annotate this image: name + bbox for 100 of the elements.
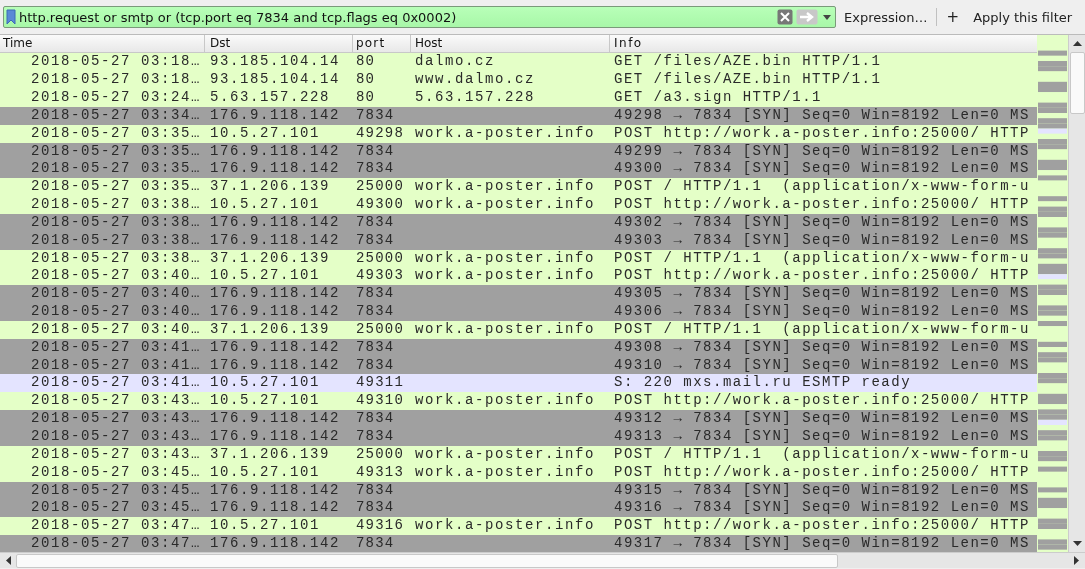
table-cell: 10.5.27.101: [210, 374, 320, 391]
table-cell: 2018-05-27 03:45…: [30, 499, 201, 516]
table-cell: S: 220 mxs.mail.ru ESMTP ready: [614, 374, 912, 391]
table-cell: 49313 → 7834 [SYN] Seq=0 Win=8192 Len=0 MS: [614, 428, 1030, 444]
table-cell: 2018-05-27 03:34…: [30, 106, 201, 123]
table-cell: 5.63.157.228: [210, 89, 331, 105]
column-header[interactable]: Info: [610, 35, 1037, 53]
column-header[interactable]: Host: [411, 35, 610, 53]
table-cell: 37.1.206.139: [210, 178, 331, 195]
down-arrow-icon[interactable]: [1071, 540, 1083, 549]
filter-field[interactable]: http.request or smtp or (tcp.port eq 7834 and tcp.flags eq 0x0002): [3, 6, 836, 29]
table-cell: 7834: [356, 338, 395, 355]
scroll-thumb[interactable]: [1069, 52, 1085, 115]
table-cell: 49303 → 7834 [SYN] Seq=0 Win=8192 Len=0 MS: [614, 231, 1030, 248]
packet-row[interactable]: 2018-05-27 03:43… 176.9.118.142 7834 49313 → 7834 [SYN] Seq=0 Win=8192 Len=0 MS: [0, 428, 1037, 446]
table-cell: 2018-05-27 03:41…: [30, 338, 201, 355]
table-cell: 10.5.27.101: [210, 517, 320, 534]
table-cell: 2018-05-27 03:38…: [30, 196, 201, 213]
packet-row[interactable]: 2018-05-27 03:40… 176.9.118.142 7834 49305 → 7834 [SYN] Seq=0 Win=8192 Len=0 MS: [0, 285, 1037, 304]
packet-row[interactable]: 2018-05-27 03:47… 10.5.27.101 49316 work.a-poster.info POST http://work.a-poster.info:25000/ HTTP: [0, 517, 1037, 536]
table-cell: 49315 → 7834 [SYN] Seq=0 Win=8192 Len=0 MS: [614, 481, 1030, 498]
packet-row[interactable]: 2018-05-27 03:47… 176.9.118.142 7834 49317 → 7834 [SYN] Seq=0 Win=8192 Len=0 MS: [0, 535, 1037, 553]
horizontal-scrollbar[interactable]: [0, 552, 1085, 568]
column-header[interactable]: Time: [0, 35, 205, 53]
table-cell: 49313: [356, 463, 404, 480]
table-cell: 2018-05-27 03:40…: [30, 267, 201, 284]
left-arrow-icon[interactable]: [4, 555, 12, 567]
table-cell: 25000: [356, 320, 404, 337]
clear-icon[interactable]: [777, 9, 793, 26]
table-cell: 7834: [356, 142, 395, 159]
table-cell: GET /files/AZE.bin HTTP/1.1: [614, 53, 882, 70]
scroll-thumb[interactable]: [16, 553, 838, 568]
table-cell: 93.185.104.14: [210, 71, 341, 88]
packet-row[interactable]: 2018-05-27 03:35… 176.9.118.142 7834 49300 → 7834 [SYN] Seq=0 Win=8192 Len=0 MS: [0, 160, 1037, 179]
table-cell: 80: [356, 71, 376, 88]
table-cell: 2018-05-27 03:35…: [30, 124, 201, 141]
packet-row[interactable]: 2018-05-27 03:45… 176.9.118.142 7834 49316 → 7834 [SYN] Seq=0 Win=8192 Len=0 MS: [0, 499, 1037, 518]
filter-text: http.request or smtp or (tcp.port eq 7834 and tcp.flags eq 0x0002): [19, 9, 458, 25]
table-cell: 7834: [356, 410, 395, 427]
expression-button[interactable]: Expression…: [840, 6, 932, 28]
table-cell: 2018-05-27 03:43…: [30, 428, 201, 444]
packet-row[interactable]: 2018-05-27 03:41… 10.5.27.101 49311 S: 220 mxs.mail.ru ESMTP ready: [0, 374, 1037, 393]
table-cell: work.a-poster.info: [415, 196, 596, 213]
table-cell: 2018-05-27 03:40…: [30, 320, 201, 337]
table-cell: 2018-05-27 03:38…: [30, 213, 201, 230]
packet-row[interactable]: 2018-05-27 03:18… 93.185.104.14 80 dalmo.cz GET /files/AZE.bin HTTP/1.1: [0, 53, 1037, 72]
table-cell: 37.1.206.139: [210, 320, 331, 337]
packet-row[interactable]: 2018-05-27 03:43… 10.5.27.101 49310 work.a-poster.info POST http://work.a-poster.info:25000/ HTTP: [0, 392, 1037, 411]
table-cell: 7834: [356, 499, 395, 516]
bookmark-icon[interactable]: [6, 9, 16, 26]
table-cell: 49310 → 7834 [SYN] Seq=0 Win=8192 Len=0 MS: [614, 356, 1030, 373]
table-cell: work.a-poster.info: [415, 267, 596, 284]
table-cell: GET /a3.sign HTTP/1.1: [614, 89, 822, 105]
up-arrow-icon[interactable]: [1071, 39, 1083, 48]
table-cell: POST http://work.a-poster.info:25000/ HTTP: [614, 124, 1030, 141]
table-cell: 176.9.118.142: [210, 142, 341, 159]
table-cell: 49308 → 7834 [SYN] Seq=0 Win=8192 Len=0 MS: [614, 338, 1030, 355]
table-cell: 49316: [356, 517, 404, 534]
table-cell: 49305 → 7834 [SYN] Seq=0 Win=8192 Len=0 MS: [614, 285, 1030, 302]
table-cell: 37.1.206.139: [210, 445, 331, 462]
table-cell: 176.9.118.142: [210, 303, 341, 320]
table-cell: POST http://work.a-poster.info:25000/ HTTP: [614, 463, 1030, 480]
table-cell: 93.185.104.14: [210, 53, 341, 70]
table-cell: 2018-05-27 03:35…: [30, 160, 201, 177]
right-arrow-icon[interactable]: [1073, 555, 1081, 567]
packet-row[interactable]: 2018-05-27 03:18… 93.185.104.14 80 www.dalmo.cz GET /files/AZE.bin HTTP/1.1: [0, 71, 1037, 89]
table-cell: 2018-05-27 03:41…: [30, 374, 201, 391]
packet-row[interactable]: 2018-05-27 03:40… 176.9.118.142 7834 49306 → 7834 [SYN] Seq=0 Win=8192 Len=0 MS: [0, 303, 1037, 321]
packet-row[interactable]: 2018-05-27 03:40… 10.5.27.101 49303 work.a-poster.info POST http://work.a-poster.info:25000/ HTTP: [0, 267, 1037, 286]
vertical-scrollbar[interactable]: [1068, 35, 1085, 553]
table-cell: 25000: [356, 445, 404, 462]
table-cell: 176.9.118.142: [210, 213, 341, 230]
table-cell: 2018-05-27 03:38…: [30, 231, 201, 248]
table-cell: 7834: [356, 231, 395, 248]
add-filter-button[interactable]: +: [940, 6, 966, 29]
table-cell: 7834: [356, 285, 395, 302]
table-cell: work.a-poster.info: [415, 517, 596, 534]
table-cell: 10.5.27.101: [210, 463, 320, 480]
table-cell: work.a-poster.info: [415, 249, 596, 266]
table-cell: 176.9.118.142: [210, 231, 341, 248]
table-cell: 5.63.157.228: [415, 89, 536, 105]
table-cell: 176.9.118.142: [210, 481, 341, 498]
table-cell: GET /files/AZE.bin HTTP/1.1: [614, 71, 882, 88]
table-cell: POST http://work.a-poster.info:25000/ HTTP: [614, 196, 1030, 213]
packet-row[interactable]: 2018-05-27 03:43… 176.9.118.142 7834 49312 → 7834 [SYN] Seq=0 Win=8192 Len=0 MS: [0, 410, 1037, 428]
table-cell: POST http://work.a-poster.info:25000/ HTTP: [614, 517, 1030, 534]
table-cell: 2018-05-27 03:24…: [30, 89, 201, 105]
table-cell: 49311: [356, 374, 404, 391]
table-cell: 2018-05-27 03:38…: [30, 249, 201, 266]
packet-row[interactable]: 2018-05-27 03:35… 37.1.206.139 25000 work.a-poster.info POST / HTTP/1.1 (application/x-www-form-u: [0, 178, 1037, 197]
table-cell: 49298: [356, 124, 404, 141]
table-cell: 49306 → 7834 [SYN] Seq=0 Win=8192 Len=0 MS: [614, 303, 1030, 320]
packet-row[interactable]: 2018-05-27 03:38… 10.5.27.101 49300 work.a-poster.info POST http://work.a-poster.info:25000/ HTTP: [0, 196, 1037, 214]
table-cell: www.dalmo.cz: [415, 71, 536, 88]
apply-filter-button[interactable]: Apply this filter: [969, 6, 1077, 28]
table-cell: 176.9.118.142: [210, 410, 341, 427]
column-header[interactable]: port: [353, 35, 411, 53]
column-header[interactable]: Dst: [205, 35, 353, 53]
table-cell: 7834: [356, 428, 395, 444]
table-cell: 10.5.27.101: [210, 392, 320, 409]
